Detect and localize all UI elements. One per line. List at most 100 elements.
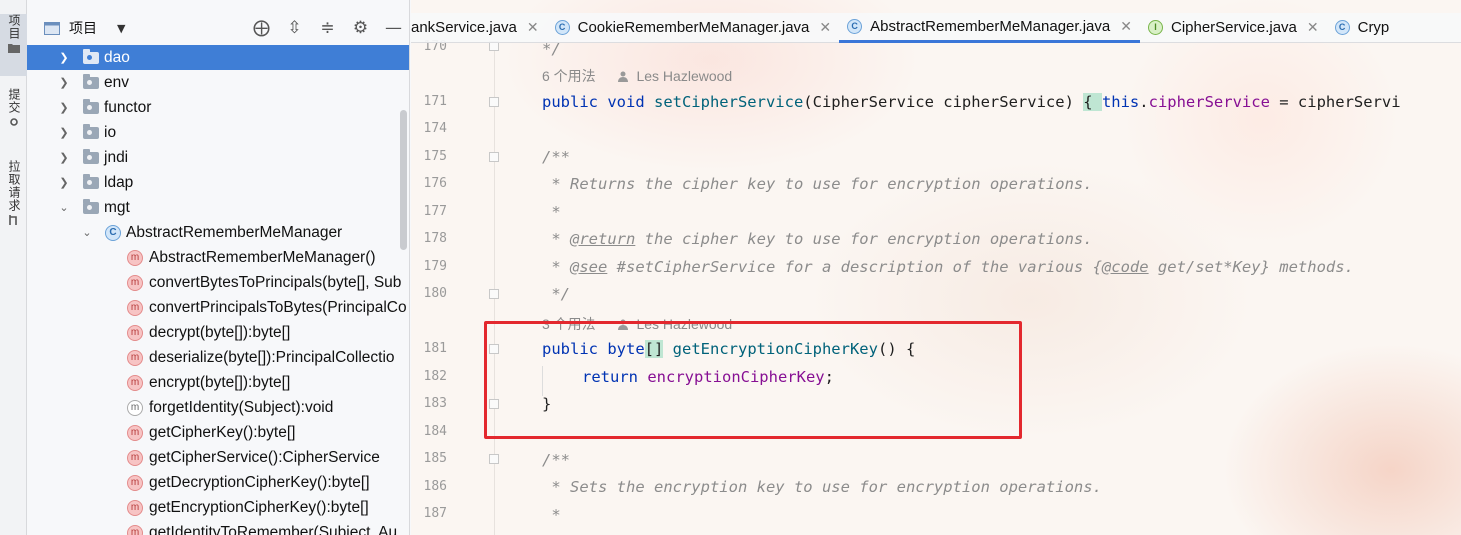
tree-item-label: ldap <box>104 173 134 191</box>
tree-item-method[interactable]: m getCipherKey():byte[] <box>27 420 409 445</box>
author-name: Les Hazlewood <box>636 68 733 84</box>
chevron-right-icon[interactable]: ❯ <box>59 76 69 89</box>
tree-item-method[interactable]: m getEncryptionCipherKey():byte[] <box>27 495 409 520</box>
settings-icon[interactable]: ⚙ <box>344 18 377 38</box>
tree-item-label: AbstractRememberMeManager() <box>149 248 376 266</box>
tab-cryp[interactable]: C Cryp <box>1327 13 1398 43</box>
chevron-right-icon[interactable]: ❯ <box>59 51 69 64</box>
tree-item-label: getEncryptionCipherKey():byte[] <box>149 498 369 516</box>
tree-item-label: encrypt(byte[]):byte[] <box>149 373 291 391</box>
tree-item-dao[interactable]: ❯ dao <box>27 45 409 70</box>
tree-item-mgt[interactable]: ⌄ mgt <box>27 195 409 220</box>
tab-label: CipherService.java <box>1170 19 1297 36</box>
tree-item-method[interactable]: m getIdentityToRemember(Subject, Au <box>27 520 409 535</box>
pull-request-icon <box>8 215 17 225</box>
project-panel-title: 项目 <box>69 21 97 37</box>
tree-item-label: getIdentityToRemember(Subject, Au <box>149 523 398 535</box>
tree-item-label: getCipherKey():byte[] <box>149 423 296 441</box>
tree-item-method[interactable]: m deserialize(byte[]):PrincipalCollectio <box>27 345 409 370</box>
abstract-method-icon: m <box>127 399 143 416</box>
tree-item-method[interactable]: m decrypt(byte[]):byte[] <box>27 320 409 345</box>
project-tree-scrollbar[interactable] <box>400 110 407 250</box>
code-line-178: * @return the cipher key to use for encr… <box>542 230 1093 248</box>
collapse-all-icon[interactable]: ≑ <box>311 18 344 38</box>
package-icon <box>83 48 99 64</box>
tree-item-ldap[interactable]: ❯ ldap <box>27 170 409 195</box>
tree-item-env[interactable]: ❯ env <box>27 70 409 95</box>
interface-icon: I <box>1147 20 1163 35</box>
folder-icon <box>7 44 20 53</box>
project-tree: ❯ dao ❯ env ❯ functor ❯ io ❯ jndi ❯ ldap <box>27 45 409 535</box>
tree-item-label: getDecryptionCipherKey():byte[] <box>149 473 370 491</box>
tree-item-method[interactable]: m encrypt(byte[]):byte[] <box>27 370 409 395</box>
chevron-down-icon[interactable]: ⌄ <box>82 226 92 239</box>
project-folder-icon <box>44 21 60 35</box>
code-line-186: * Sets the encryption key to use for enc… <box>542 478 1102 496</box>
chevron-right-icon[interactable]: ❯ <box>59 101 69 114</box>
tree-item-label: deserialize(byte[]):PrincipalCollectio <box>149 348 395 366</box>
usage-count: 6 个用法 <box>542 68 596 84</box>
tab-label: ankService.java <box>411 19 517 36</box>
minimize-icon[interactable]: — <box>377 18 409 38</box>
tree-item-method[interactable]: m convertBytesToPrincipals(byte[], Sub <box>27 270 409 295</box>
tree-item-method[interactable]: m forgetIdentity(Subject):void <box>27 395 409 420</box>
target-icon[interactable]: ⨁ <box>245 18 278 38</box>
tree-item-label: convertBytesToPrincipals(byte[], Sub <box>149 273 402 291</box>
close-icon[interactable]: ✕ <box>1120 18 1132 35</box>
method-icon: m <box>127 449 143 466</box>
method-icon: m <box>127 274 143 291</box>
chevron-right-icon[interactable]: ❯ <box>59 126 69 139</box>
tree-item-method[interactable]: m AbstractRememberMeManager() <box>27 245 409 270</box>
code-line-180: */ <box>542 285 570 303</box>
chevron-down-icon[interactable]: ▼ <box>117 22 125 35</box>
tool-button-commit[interactable]: 提交 <box>0 88 27 138</box>
tree-item-label: forgetIdentity(Subject):void <box>149 398 334 416</box>
expand-all-icon[interactable]: ⇳ <box>278 18 311 38</box>
close-icon[interactable]: ✕ <box>1307 19 1319 36</box>
tab-cipherservice[interactable]: I CipherService.java ✕ <box>1140 13 1327 43</box>
project-view-selector[interactable]: 项目 ▼ <box>44 18 125 38</box>
tree-item-label: decrypt(byte[]):byte[] <box>149 323 291 341</box>
method-icon: m <box>127 499 143 516</box>
package-icon <box>83 98 99 114</box>
tree-item-jndi[interactable]: ❯ jndi <box>27 145 409 170</box>
method-icon: m <box>127 324 143 341</box>
tab-bankservice[interactable]: ankService.java ✕ <box>411 13 547 43</box>
tree-item-method[interactable]: m getDecryptionCipherKey():byte[] <box>27 470 409 495</box>
project-panel-tools: ⨁ ⇳ ≑ ⚙ — <box>245 13 409 43</box>
close-icon[interactable]: ✕ <box>527 19 539 36</box>
tree-item-method[interactable]: m getCipherService():CipherService <box>27 445 409 470</box>
chevron-right-icon[interactable]: ❯ <box>59 151 69 164</box>
code-line-176: * Returns the cipher key to use for encr… <box>542 175 1093 193</box>
tree-item-label: jndi <box>104 148 129 166</box>
chevron-right-icon[interactable]: ❯ <box>59 176 69 189</box>
method-icon: m <box>127 374 143 391</box>
code-area[interactable]: */ 6 个用法 Les Hazlewood public void setCi… <box>411 0 1461 535</box>
package-icon <box>83 198 99 214</box>
close-icon[interactable]: ✕ <box>819 19 831 36</box>
tab-cookieremembermemanager[interactable]: C CookieRememberMeManager.java ✕ <box>547 13 840 43</box>
chevron-down-icon[interactable]: ⌄ <box>59 201 69 214</box>
code-line-185: /** <box>542 451 570 469</box>
tree-item-label: mgt <box>104 198 130 216</box>
tree-item-functor[interactable]: ❯ functor <box>27 95 409 120</box>
tool-button-project[interactable]: 项目 <box>0 14 27 76</box>
method-icon: m <box>127 474 143 491</box>
author-icon <box>617 71 628 82</box>
tree-item-class[interactable]: ⌄ C AbstractRememberMeManager <box>27 220 409 245</box>
code-line-171: public void setCipherService(CipherServi… <box>542 93 1401 111</box>
package-icon <box>83 148 99 164</box>
tab-label: AbstractRememberMeManager.java <box>870 17 1111 35</box>
tool-button-pull-requests[interactable]: 拉取请求 <box>0 160 27 240</box>
class-icon: C <box>554 20 570 35</box>
code-line-177: * <box>542 203 561 221</box>
package-icon <box>83 73 99 89</box>
tree-item-label: io <box>104 123 117 141</box>
class-icon: C <box>105 224 121 241</box>
usage-hint[interactable]: 6 个用法 Les Hazlewood <box>542 66 732 86</box>
tree-item-io[interactable]: ❯ io <box>27 120 409 145</box>
tab-abstractremembermemanager[interactable]: C AbstractRememberMeManager.java ✕ <box>839 13 1140 43</box>
tab-label: CookieRememberMeManager.java <box>577 19 810 36</box>
tree-item-method[interactable]: m convertPrincipalsToBytes(PrincipalCo <box>27 295 409 320</box>
class-icon: C <box>1334 20 1350 35</box>
